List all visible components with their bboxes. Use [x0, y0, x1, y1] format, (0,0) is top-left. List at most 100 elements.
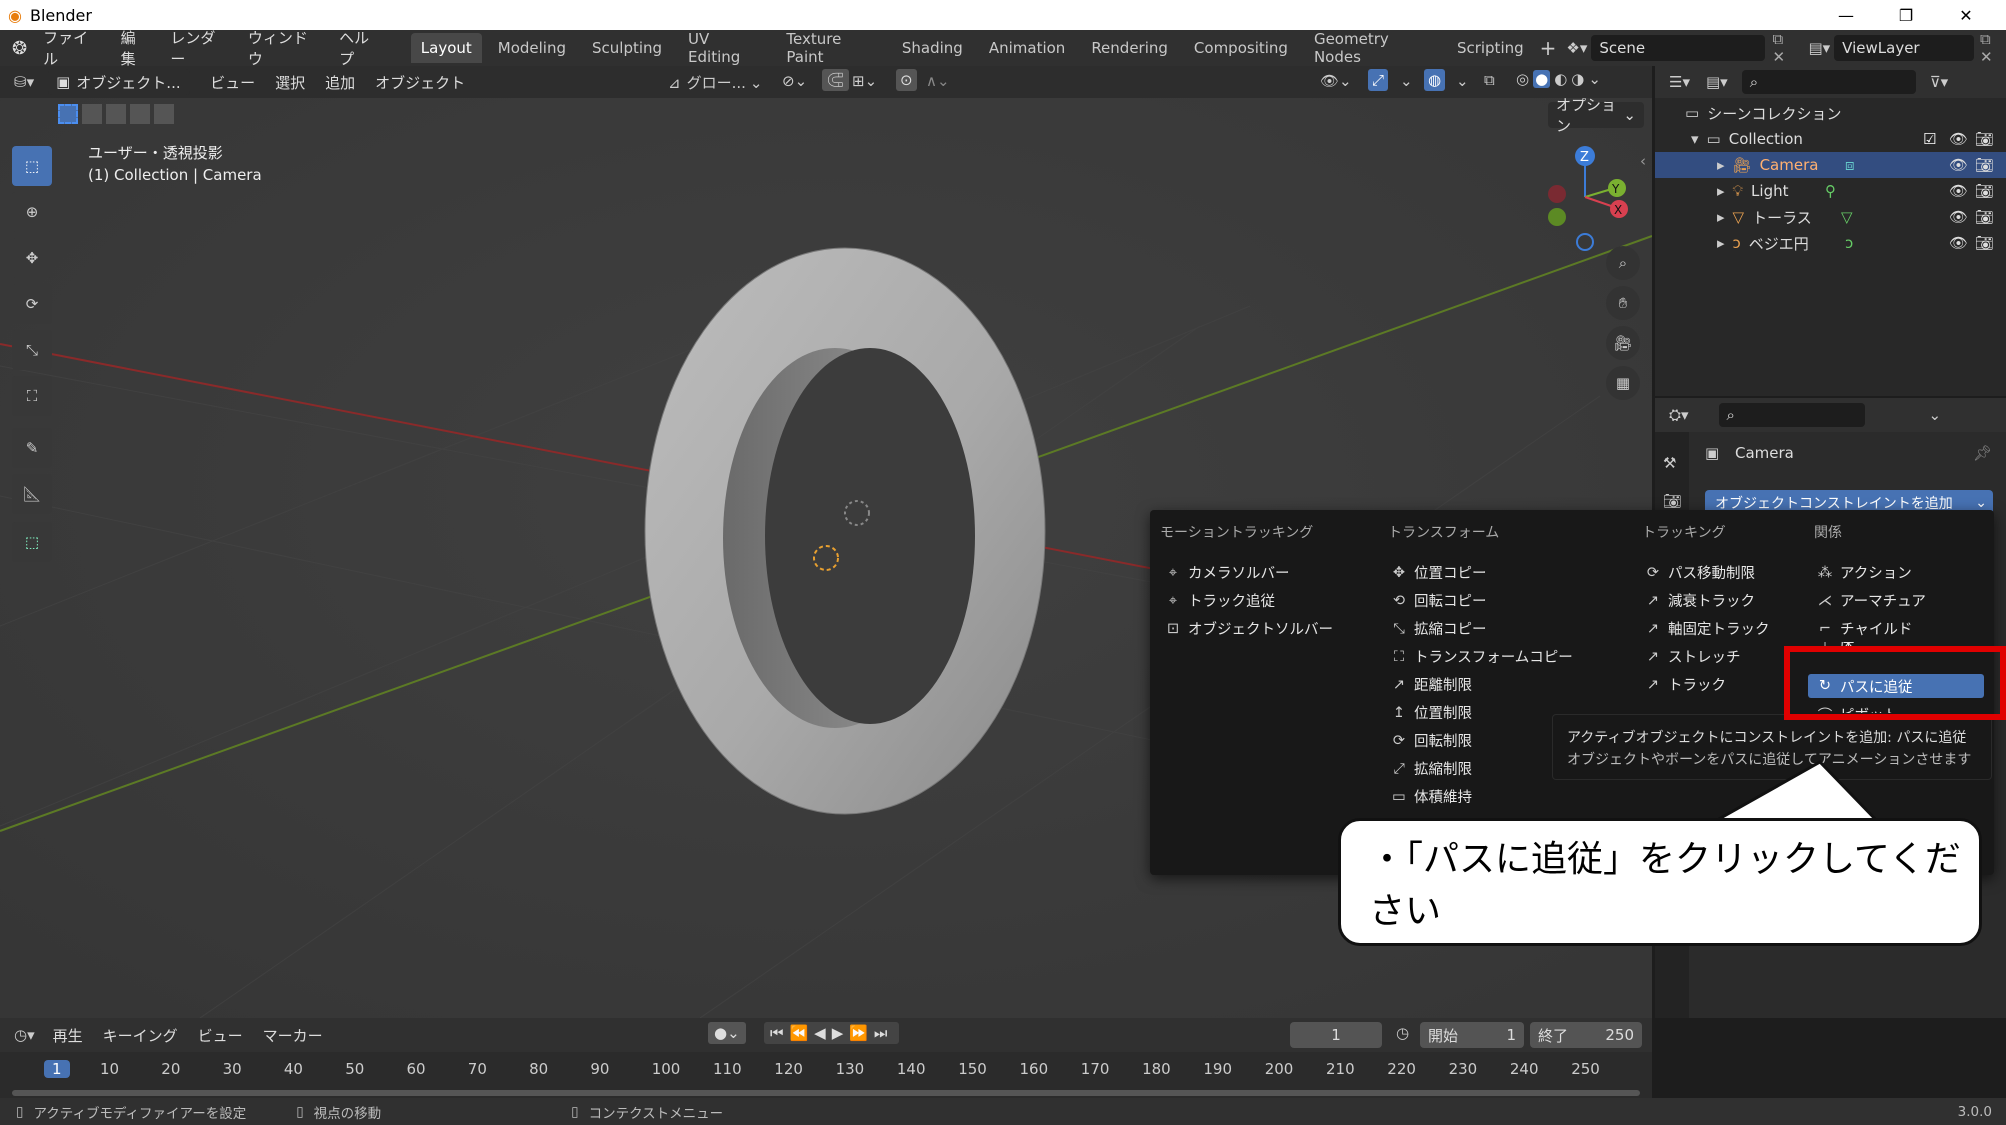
menu-render[interactable]: レンダー — [170, 27, 225, 69]
add-workspace-icon[interactable]: + — [1540, 36, 1557, 60]
display-mode-icon[interactable]: ▤▾ — [1706, 73, 1728, 91]
expand-arrow-icon[interactable]: ▸ — [1717, 156, 1725, 174]
exclude-checkbox[interactable]: ☑ — [1923, 130, 1936, 148]
select-subtract-icon[interactable] — [106, 104, 126, 124]
eye-icon[interactable]: 👁︎ — [1949, 182, 1968, 200]
options-chevron-icon[interactable]: ⌄ — [1929, 406, 1942, 424]
menu-edit[interactable]: 編集 — [121, 27, 149, 69]
select-tool-button[interactable]: ⬚ — [12, 146, 52, 186]
tool-tab-icon[interactable]: ⚒ — [1663, 454, 1676, 472]
eye-icon[interactable]: 👁︎ — [1949, 234, 1968, 252]
viewlayer-field[interactable]: ViewLayer — [1834, 35, 1975, 61]
snap-icon[interactable]: 🧲︎ — [822, 69, 850, 91]
menu-item-copy-location[interactable]: ✥ 位置コピー — [1388, 562, 1487, 583]
menu-marker[interactable]: マーカー — [263, 1025, 323, 1046]
menu-object[interactable]: オブジェクト — [375, 72, 465, 93]
annotate-tool-button[interactable]: ✎ — [12, 428, 52, 468]
menu-help[interactable]: ヘルプ — [339, 27, 381, 69]
scale-tool-button[interactable]: ⤡ — [12, 330, 52, 370]
tab-layout[interactable]: Layout — [410, 33, 482, 63]
expand-arrow-icon[interactable]: ▸ — [1717, 234, 1725, 252]
menu-select[interactable]: 選択 — [275, 72, 305, 93]
overlay-toggle-icon[interactable]: ◍ — [1424, 69, 1446, 91]
sidebar-toggle-icon[interactable]: ‹ — [1640, 152, 1646, 170]
light-data-icon[interactable]: ⚲ — [1825, 182, 1836, 200]
minimize-button[interactable]: — — [1818, 0, 1874, 30]
menu-add[interactable]: 追加 — [325, 72, 355, 93]
render-camera-icon[interactable]: 📷︎ — [1975, 156, 1994, 174]
menu-item-child-of[interactable]: ⌐ チャイルド — [1814, 618, 1912, 639]
select-intersect-icon[interactable] — [154, 104, 174, 124]
material-shading-icon[interactable]: ◐ — [1554, 70, 1567, 88]
outliner-item-camera[interactable]: ▸ 🎥︎ Camera ⧈ 👁︎ 📷︎ — [1655, 152, 2006, 178]
properties-search-input[interactable]: ⌕ — [1718, 403, 1865, 427]
tab-texture-paint[interactable]: Texture Paint — [776, 24, 885, 72]
select-new-icon[interactable] — [58, 104, 78, 124]
tab-rendering[interactable]: Rendering — [1081, 33, 1178, 63]
select-invert-icon[interactable] — [130, 104, 150, 124]
ortho-toggle-button[interactable]: ▦ — [1606, 366, 1640, 400]
eye-icon[interactable]: 👁︎ — [1949, 156, 1968, 174]
scene-field[interactable]: Scene — [1591, 35, 1765, 61]
proportional-edit-icon[interactable]: ⊙ — [896, 69, 917, 91]
pan-button[interactable]: ✋︎ — [1606, 286, 1640, 320]
menu-item-clamp-to[interactable]: ⟳ パス移動制限 — [1642, 562, 1755, 583]
navigation-gizmo[interactable]: Z Y X — [1535, 142, 1635, 252]
menu-item-object-solver[interactable]: ⊡ オブジェクトソルバー — [1162, 618, 1333, 639]
solid-shading-icon[interactable]: ● — [1533, 70, 1551, 88]
tab-shading[interactable]: Shading — [892, 33, 973, 63]
options-dropdown[interactable]: オプション ⌄ — [1548, 96, 1644, 135]
menu-keying[interactable]: キーイング — [103, 1025, 178, 1046]
timeline-scrollbar[interactable] — [12, 1090, 1640, 1096]
move-tool-button[interactable]: ✥ — [12, 238, 52, 278]
expand-arrow-icon[interactable]: ▾ — [1691, 130, 1699, 148]
outliner-item-torus[interactable]: ▸ ▽ トーラス ▽ 👁︎ 📷︎ — [1655, 204, 2006, 230]
tab-uv-editing[interactable]: UV Editing — [678, 24, 770, 72]
rotate-tool-button[interactable]: ⟳ — [12, 284, 52, 324]
current-frame-field[interactable]: 1 — [1290, 1022, 1382, 1048]
menu-item-damped-track[interactable]: ↗ 減衰トラック — [1642, 590, 1755, 611]
expand-arrow-icon[interactable]: ▸ — [1717, 208, 1725, 226]
viewlayer-icon[interactable]: ▤▾ — [1808, 39, 1830, 57]
outliner-item-bezier-circle[interactable]: ▸ ↄ ベジエ円 ↄ 👁︎ 📷︎ — [1655, 230, 2006, 256]
render-camera-icon[interactable]: 📷︎ — [1975, 130, 1994, 148]
select-extend-icon[interactable] — [82, 104, 102, 124]
new-viewlayer-icon[interactable]: ⧉ ✕ — [1980, 30, 2006, 66]
mesh-data-icon[interactable]: ▽ — [1841, 208, 1853, 226]
outliner-search-input[interactable]: ⌕ — [1741, 70, 1916, 94]
mode-dropdown[interactable]: ▣ オブジェクト... — [48, 69, 191, 95]
menu-item-limit-distance[interactable]: ↗ 距離制限 — [1388, 674, 1472, 695]
eye-icon[interactable]: 👁︎ — [1949, 208, 1968, 226]
menu-file[interactable]: ファイル — [43, 27, 98, 69]
tab-sculpting[interactable]: Sculpting — [582, 33, 672, 63]
menu-item-maintain-volume[interactable]: ▭ 体積維持 — [1388, 786, 1472, 807]
pin-icon[interactable]: 📌︎ — [1973, 444, 1992, 462]
menu-item-limit-rotation[interactable]: ⟳ 回転制限 — [1388, 730, 1472, 751]
transform-tool-button[interactable]: ⛶ — [12, 376, 52, 416]
expand-arrow-icon[interactable]: ▸ — [1717, 182, 1725, 200]
gizmo-dropdown-icon[interactable]: ⌄ — [1400, 72, 1413, 90]
outliner-item-light[interactable]: ▸ 💡︎ Light ⚲ 👁︎ 📷︎ — [1655, 178, 2006, 204]
render-tab-icon[interactable]: 📷︎ — [1663, 492, 1682, 510]
menu-playback[interactable]: 再生 — [53, 1025, 83, 1046]
render-camera-icon[interactable]: 📷︎ — [1975, 234, 1994, 252]
camera-data-icon[interactable]: ⧈ — [1845, 156, 1855, 174]
timeline-current-frame-marker[interactable]: 1 — [44, 1060, 70, 1078]
menu-item-locked-track[interactable]: ↗ 軸固定トラック — [1642, 618, 1770, 639]
render-camera-icon[interactable]: 📷︎ — [1975, 182, 1994, 200]
curve-data-icon[interactable]: ↄ — [1845, 234, 1853, 252]
properties-editor-icon[interactable]: ⛭▾ — [1669, 406, 1689, 424]
timeline-ruler[interactable]: 1 10 20 30 40 50 60 70 80 90 100 110 120 130 140 150 160… — [0, 1052, 1652, 1098]
blender-menu-icon[interactable]: ❂ — [12, 38, 27, 59]
new-scene-icon[interactable]: ⧉ ✕ — [1773, 30, 1799, 66]
menu-item-track-to[interactable]: ↗ トラック — [1642, 674, 1726, 695]
scene-collection-row[interactable]: ▭ シーンコレクション — [1655, 100, 2006, 126]
tab-scripting[interactable]: Scripting — [1447, 33, 1534, 63]
close-button[interactable]: ✕ — [1938, 0, 1994, 30]
outliner-editor-icon[interactable]: ☰▾ — [1669, 73, 1690, 91]
menu-item-follow-track[interactable]: ⌖ トラック追従 — [1162, 590, 1275, 611]
menu-item-copy-rotation[interactable]: ⟲ 回転コピー — [1388, 590, 1487, 611]
overlay-dropdown-icon[interactable]: ⌄ — [1456, 72, 1469, 90]
tab-animation[interactable]: Animation — [979, 33, 1075, 63]
eye-icon[interactable]: 👁︎ — [1949, 130, 1968, 148]
